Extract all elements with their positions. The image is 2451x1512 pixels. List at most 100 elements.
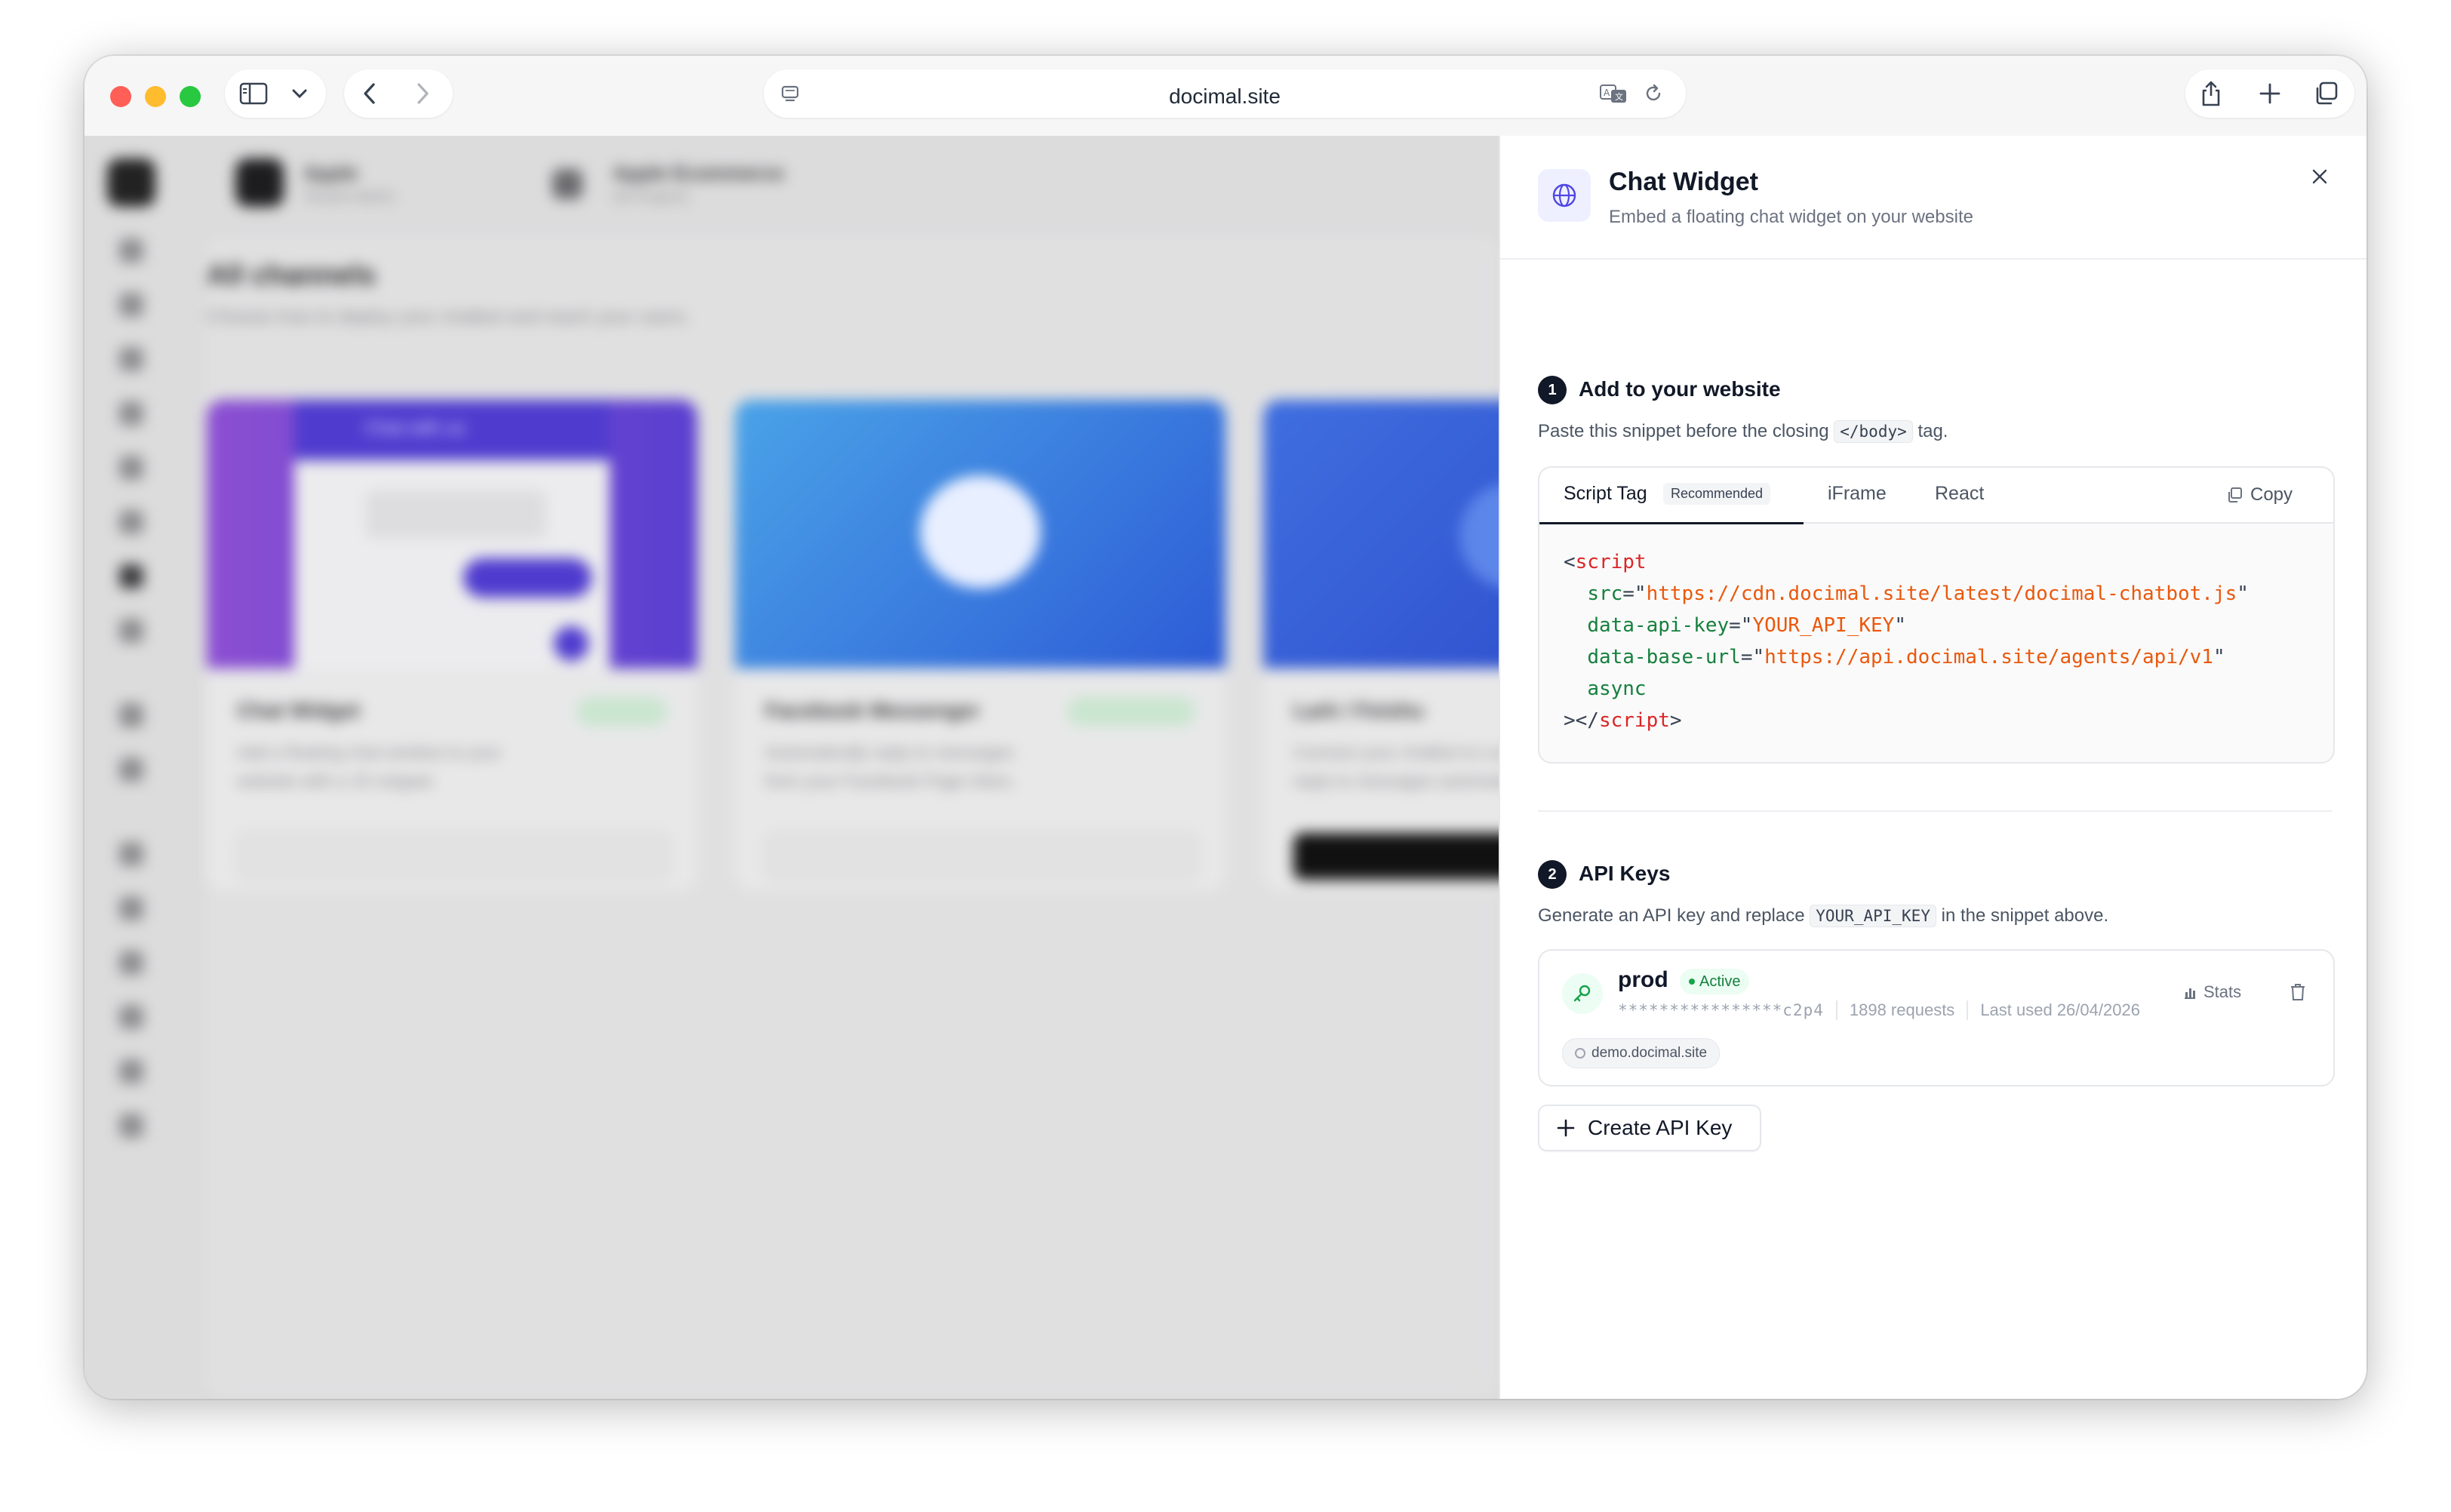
tab-script-tag[interactable]: Script Tag Recommended [1539, 468, 1804, 524]
card-description: Automatically reply to messages from you… [765, 742, 1016, 791]
nav-icon [119, 293, 143, 317]
status-badge [1067, 697, 1195, 726]
divider [1538, 810, 2332, 812]
request-count: 1898 requests [1849, 1000, 1955, 1019]
translate-icon[interactable]: A文 [1598, 81, 1628, 106]
plus-icon [1557, 1119, 1575, 1137]
step2-desc-text-end: in the snippet above. [1941, 905, 2109, 926]
manage-button[interactable] [765, 833, 1198, 880]
stats-label: Stats [2203, 982, 2242, 1001]
new-tab-icon[interactable] [2255, 78, 2285, 109]
step1-description: Paste this snippet before the closing </… [1538, 420, 1948, 443]
sidebar-toggle-group [225, 69, 326, 118]
manage-button[interactable] [237, 833, 670, 880]
nav-icon-active [119, 564, 143, 589]
reload-icon[interactable] [1641, 81, 1666, 106]
step1-title: Add to your website [1579, 377, 1781, 401]
tab-iframe[interactable]: iFrame [1828, 483, 1887, 505]
tab-label: Script Tag [1564, 483, 1647, 504]
card-title: Lark / Feishu [1293, 699, 1424, 722]
chat-preview-reply [463, 558, 592, 598]
browser-window: docimal.site A文 Apple Tenant Admin Apple… [85, 56, 2366, 1399]
close-icon[interactable] [2303, 160, 2336, 193]
share-icon[interactable] [2196, 78, 2226, 109]
chat-preview-title: Chat with us [365, 418, 466, 438]
nav-icon [119, 842, 143, 866]
divider [1500, 258, 2366, 260]
nav-icon [119, 1114, 143, 1138]
step2-description: Generate an API key and replace YOUR_API… [1538, 905, 2108, 927]
step1-desc-text: Paste this snippet before the closing [1538, 421, 1829, 441]
workspace-role: Tenant Admin [303, 189, 395, 205]
project-scope: All Projects [613, 189, 689, 205]
nav-icon [119, 1005, 143, 1029]
status-label: Active [1699, 973, 1741, 990]
status-dot [1689, 979, 1695, 985]
stats-button[interactable]: Stats [2182, 982, 2241, 1002]
channel-card[interactable]: Chat with us Chat Widget Add a floating … [207, 400, 697, 890]
card-description: Add a floating chat window to your websi… [237, 742, 502, 791]
connect-button[interactable] [1293, 833, 1499, 880]
channel-card[interactable]: Lark / Feishu Connect your chatbot to La… [1263, 400, 1499, 890]
workspace-name: Apple [303, 161, 358, 184]
chevron-down-icon[interactable] [288, 85, 311, 103]
svg-text:文: 文 [1615, 91, 1623, 102]
page-title: All channels [207, 260, 376, 291]
address-bar[interactable]: docimal.site A文 [764, 69, 1686, 118]
status-badge [577, 697, 667, 726]
code-line: <script [1564, 551, 1647, 573]
bar-chart-icon [2185, 988, 2195, 999]
nav-icon [119, 347, 143, 371]
step1-desc-text-end: tag. [1917, 421, 1948, 441]
copy-button[interactable]: Copy [2226, 483, 2293, 507]
messenger-icon [920, 475, 1041, 589]
code-line: data-api-key="YOUR_API_KEY" [1587, 614, 1906, 637]
create-api-key-button[interactable]: Create API Key [1538, 1105, 1761, 1151]
minimize-window-button[interactable] [145, 86, 166, 107]
masked-key: ****************c2p4 [1618, 1001, 1824, 1019]
key-icon [1562, 973, 1603, 1014]
code-snippet-panel: Script Tag Recommended iFrame React Copy… [1538, 466, 2335, 764]
nav-icon [119, 456, 143, 480]
nav-icon [119, 951, 143, 975]
close-window-button[interactable] [110, 86, 131, 107]
inline-code: YOUR_API_KEY [1810, 905, 1936, 927]
copy-label: Copy [2250, 484, 2293, 505]
last-used: Last used 26/04/2026 [1980, 1000, 2140, 1019]
create-api-key-label: Create API Key [1588, 1116, 1733, 1139]
status-badge: Active [1680, 969, 1750, 994]
snippet-tabs: Script Tag Recommended iFrame React Copy [1539, 468, 2333, 524]
sidebar-icon[interactable] [238, 81, 269, 106]
chat-preview-bubble [365, 490, 546, 539]
step-number: 1 [1538, 376, 1567, 404]
back-button[interactable] [355, 80, 385, 107]
channel-card[interactable]: Facebook Messenger Automatically reply t… [735, 400, 1226, 890]
nav-icon [119, 758, 143, 782]
nav-icon [119, 510, 143, 534]
tab-overview-icon[interactable] [2311, 78, 2341, 109]
nav-icon [119, 896, 143, 920]
code-line: data-base-url="https://api.docimal.site/… [1587, 646, 2225, 668]
zoom-window-button[interactable] [180, 86, 201, 107]
nav-icon [119, 1059, 143, 1083]
forward-button[interactable] [407, 80, 438, 107]
url-text: docimal.site [1169, 85, 1281, 108]
nav-icon [119, 703, 143, 727]
trash-icon[interactable] [2286, 981, 2309, 1003]
domain-chip: demo.docimal.site [1562, 1038, 1721, 1068]
code-line: async [1587, 678, 1647, 700]
api-key-name: prod [1618, 967, 1668, 992]
app-logo [107, 158, 155, 207]
window-actions-group [2185, 69, 2354, 118]
drawer-title: Chat Widget [1609, 167, 1759, 196]
tab-react[interactable]: React [1935, 483, 1984, 505]
api-key-card: prod Active ****************c2p4 1898 re… [1538, 949, 2335, 1086]
card-title: Facebook Messenger [765, 699, 980, 722]
api-key-meta: ****************c2p4 1898 requests Last … [1618, 1000, 2140, 1020]
history-nav-group [344, 69, 453, 118]
browser-toolbar: docimal.site A文 [85, 56, 2366, 137]
nav-icon [119, 401, 143, 426]
drawer-subtitle: Embed a floating chat widget on your web… [1609, 207, 1973, 227]
workspace-avatar [235, 158, 284, 207]
copy-icon [2228, 487, 2242, 502]
